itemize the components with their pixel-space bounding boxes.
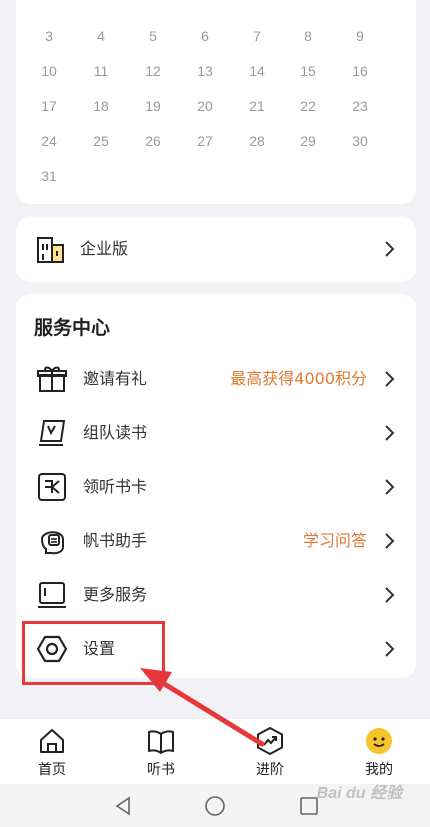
service-item-promo: 最高获得4000积分 <box>230 369 367 388</box>
calendar-day[interactable]: 4 <box>81 26 121 46</box>
calendar-day[interactable]: 5 <box>133 26 173 46</box>
service-item-team-reading[interactable]: 组队读书 <box>16 406 416 460</box>
calendar-week-row: 3 4 5 6 7 8 9 <box>16 26 416 46</box>
calendar-day[interactable]: 25 <box>81 131 121 151</box>
tab-label: 进阶 <box>256 762 284 778</box>
card-icon <box>38 473 66 501</box>
chevron-right-icon <box>385 533 395 549</box>
service-item-assistant[interactable]: 帆书助手 学习问答 <box>16 514 416 568</box>
calendar-day[interactable]: 8 <box>288 26 328 46</box>
smiley-icon <box>366 728 392 754</box>
flag-book-icon <box>39 420 66 446</box>
home-circle-icon[interactable] <box>203 794 227 818</box>
building-icon <box>37 237 64 263</box>
enterprise-row[interactable]: 企业版 <box>16 217 416 282</box>
service-item-label: 邀请有礼 <box>83 369 148 388</box>
service-item-more[interactable]: 更多服务 <box>16 568 416 622</box>
service-item-listen-card[interactable]: 领听书卡 <box>16 460 416 514</box>
calendar-day[interactable]: 24 <box>29 131 69 151</box>
calendar-day[interactable]: 12 <box>133 61 173 81</box>
calendar-day[interactable]: 28 <box>237 131 277 151</box>
back-triangle-icon[interactable] <box>111 794 135 818</box>
calendar-week-row: 31 <box>16 166 416 186</box>
calendar-day[interactable]: 3 <box>29 26 69 46</box>
calendar-day[interactable]: 14 <box>237 61 277 81</box>
tab-home[interactable]: 首页 <box>12 719 92 785</box>
tab-listen[interactable]: 听书 <box>121 719 201 785</box>
service-item-promo: 学习问答 <box>302 531 367 550</box>
calendar-day[interactable]: 17 <box>29 96 69 116</box>
chevron-right-icon <box>385 371 395 387</box>
service-item-label: 帆书助手 <box>83 531 148 550</box>
tab-label: 听书 <box>147 762 175 778</box>
calendar-day[interactable]: 26 <box>133 131 173 151</box>
tab-label: 我的 <box>365 762 393 778</box>
calendar-week-row: 24 25 26 27 28 29 30 <box>16 131 416 151</box>
calendar-day[interactable]: 30 <box>340 131 380 151</box>
calendar-day[interactable]: 15 <box>288 61 328 81</box>
bottom-tab-bar: 首页 听书 进阶 我的 <box>0 718 430 784</box>
gift-icon <box>37 366 67 392</box>
calendar-day[interactable]: 19 <box>133 96 173 116</box>
chevron-right-icon <box>385 641 395 657</box>
service-item-label: 组队读书 <box>83 423 148 442</box>
calendar-day[interactable]: 22 <box>288 96 328 116</box>
calendar-day[interactable]: 27 <box>185 131 225 151</box>
calendar-day[interactable]: 21 <box>237 96 277 116</box>
chevron-right-icon <box>385 587 395 603</box>
chevron-right-icon <box>385 241 395 257</box>
chevron-right-icon <box>385 479 395 495</box>
service-item-label: 领听书卡 <box>83 477 148 496</box>
tab-label: 首页 <box>38 762 66 778</box>
calendar-day[interactable]: 10 <box>29 61 69 81</box>
calendar-day[interactable]: 18 <box>81 96 121 116</box>
calendar-day[interactable]: 16 <box>340 61 380 81</box>
calendar-day[interactable]: 20 <box>185 96 225 116</box>
calendar-day[interactable]: 23 <box>340 96 380 116</box>
chevron-right-icon <box>385 425 395 441</box>
annotation-highlight-box <box>22 621 165 685</box>
growth-icon <box>257 727 283 755</box>
tab-mine[interactable]: 我的 <box>339 719 419 785</box>
calendar-week-row: 17 18 19 20 21 22 23 <box>16 96 416 116</box>
service-item-label: 更多服务 <box>83 585 148 604</box>
more-services-icon <box>38 582 66 608</box>
calendar-day[interactable]: 11 <box>81 61 121 81</box>
enterprise-label: 企业版 <box>80 239 129 258</box>
assistant-icon <box>40 531 64 555</box>
calendar-week-row: 10 11 12 13 14 15 16 <box>16 61 416 81</box>
calendar-day[interactable]: 31 <box>29 166 69 186</box>
calendar-day[interactable]: 13 <box>185 61 225 81</box>
calendar-card: 3 4 5 6 7 8 9 10 11 12 13 14 15 16 17 18… <box>16 0 416 204</box>
calendar-day[interactable]: 29 <box>288 131 328 151</box>
service-center-title: 服务中心 <box>34 317 111 339</box>
tab-advance[interactable]: 进阶 <box>230 719 310 785</box>
home-icon <box>40 729 64 753</box>
service-item-invite[interactable]: 邀请有礼 最高获得4000积分 <box>16 352 416 406</box>
calendar-day[interactable]: 7 <box>237 26 277 46</box>
watermark: Bai du 经验 <box>316 785 402 802</box>
calendar-day[interactable]: 9 <box>340 26 380 46</box>
book-icon <box>148 730 174 754</box>
calendar-day[interactable]: 6 <box>185 26 225 46</box>
